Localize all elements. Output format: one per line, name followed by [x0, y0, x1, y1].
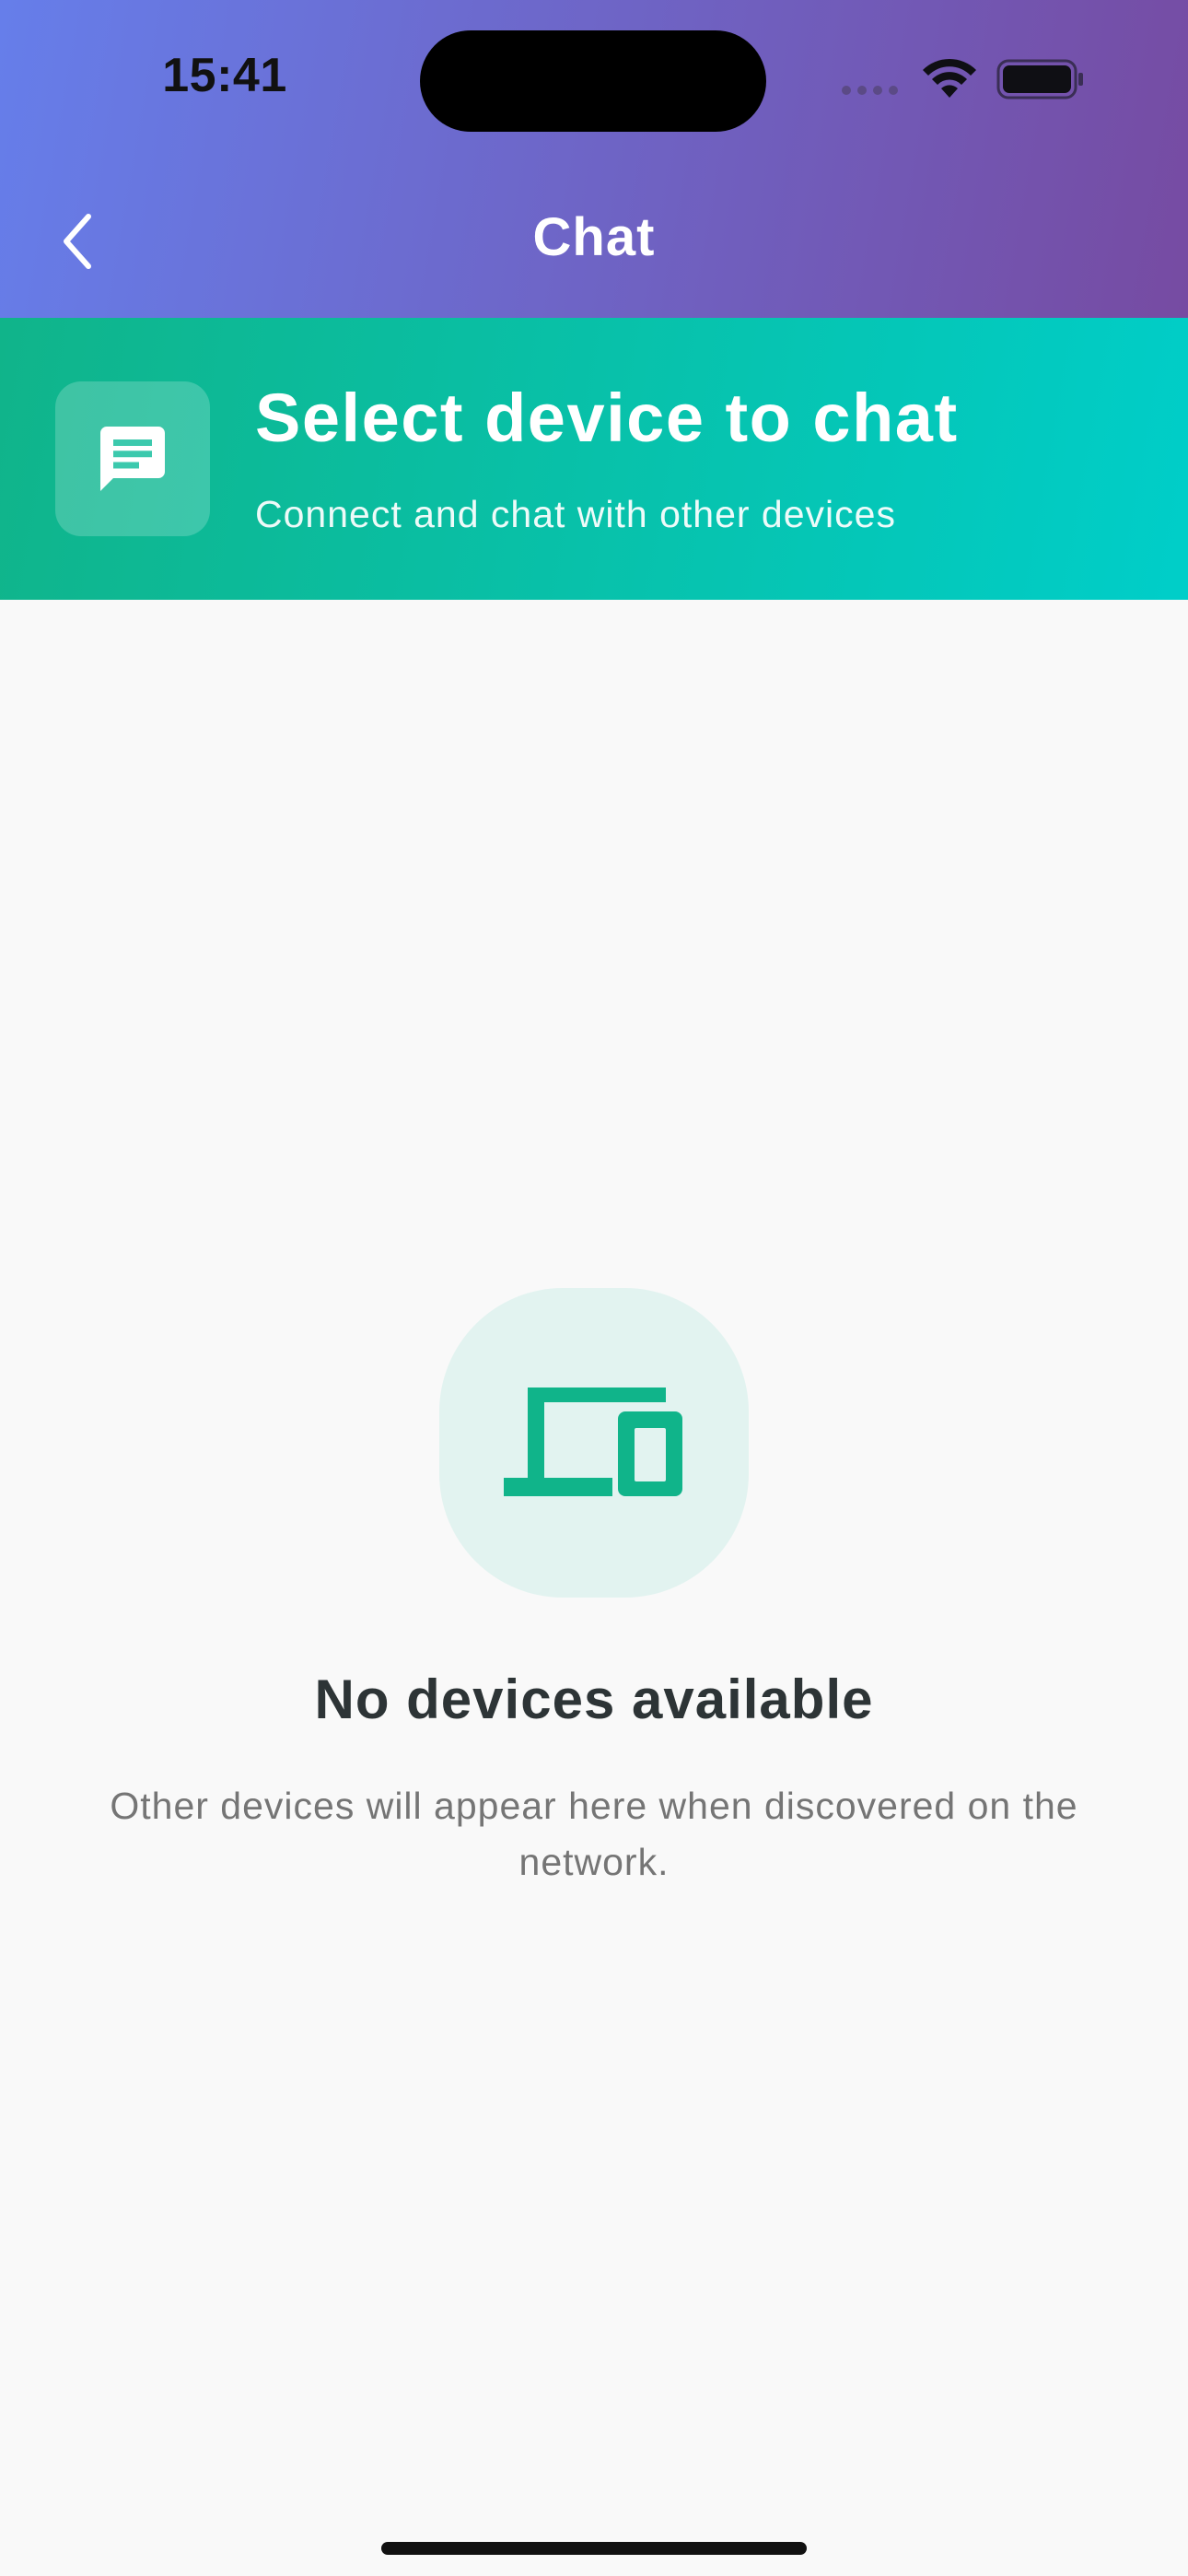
- wifi-icon: [923, 58, 976, 98]
- home-indicator[interactable]: [381, 2542, 807, 2555]
- dynamic-island: [420, 30, 766, 132]
- empty-state-title: No devices available: [314, 1669, 874, 1730]
- empty-state-message: Other devices will appear here when disc…: [110, 1785, 1078, 1883]
- battery-icon: [996, 59, 1083, 100]
- chat-banner: Select device to chat Connect and chat w…: [0, 318, 1188, 600]
- banner-title: Select device to chat: [255, 380, 959, 456]
- page-title: Chat: [532, 207, 656, 267]
- banner-subtitle: Connect and chat with other devices: [255, 493, 896, 535]
- app-header: 15:41 Chat: [0, 0, 1188, 318]
- cellular-signal-icon: [842, 86, 898, 95]
- status-time: 15:41: [162, 49, 287, 102]
- devices-icon: [504, 1388, 682, 1496]
- empty-state-icon-container: [439, 1288, 749, 1598]
- banner-icon-container: [55, 381, 210, 536]
- chat-bubble-icon: [100, 427, 165, 491]
